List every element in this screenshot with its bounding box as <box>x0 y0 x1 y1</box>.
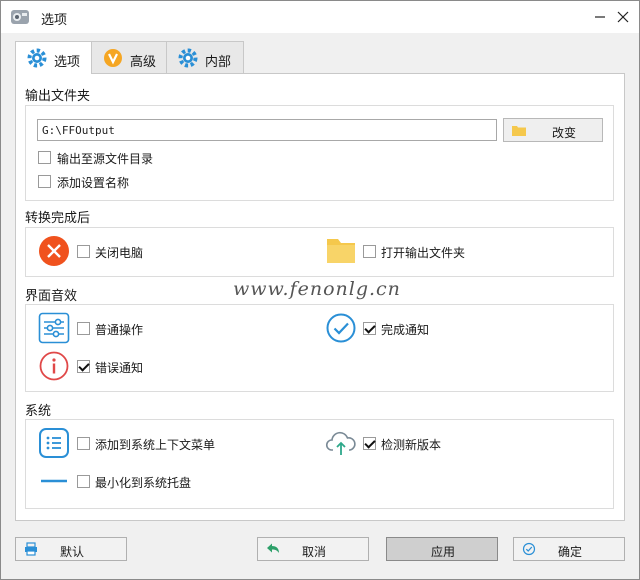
system-group <box>25 419 614 509</box>
add-setting-name-checkbox[interactable] <box>38 175 51 188</box>
complete-notify-checkbox[interactable] <box>363 322 376 335</box>
tab-advanced[interactable]: 高级 <box>91 41 167 73</box>
to-source-label: 输出至源文件目录 <box>57 152 154 166</box>
add-setting-name-label: 添加设置名称 <box>57 176 130 190</box>
check-update-checkbox[interactable] <box>363 437 376 450</box>
default-button[interactable]: 默认 <box>15 537 127 561</box>
close-icon[interactable] <box>615 9 631 25</box>
shutdown-icon <box>39 236 69 266</box>
default-label: 默认 <box>59 545 84 559</box>
to-source-checkbox[interactable] <box>38 151 51 164</box>
check-circle-icon <box>326 313 356 343</box>
change-folder-label: 改变 <box>552 126 577 140</box>
complete-notify-label: 完成通知 <box>381 323 430 337</box>
sliders-icon <box>38 312 70 344</box>
error-notify-label: 错误通知 <box>95 361 144 375</box>
output-path-input[interactable] <box>37 119 497 141</box>
folder-icon <box>327 239 355 263</box>
output-section-title: 输出文件夹 <box>25 89 91 104</box>
app-logo-icon <box>11 10 29 24</box>
sound-group <box>25 304 614 392</box>
minimize-tray-label: 最小化到系统托盘 <box>95 476 192 490</box>
gear-icon <box>27 48 47 68</box>
open-folder-label: 打开输出文件夹 <box>381 246 466 260</box>
shutdown-label: 关闭电脑 <box>95 246 144 260</box>
tab-options[interactable]: 选项 <box>15 41 92 74</box>
cancel-button[interactable]: 取消 <box>257 537 369 561</box>
tab-options-label: 选项 <box>54 55 81 70</box>
context-menu-label: 添加到系统上下文菜单 <box>95 438 216 452</box>
folder-icon <box>512 126 526 136</box>
change-folder-button[interactable]: 改变 <box>503 118 603 142</box>
after-convert-section-title: 转换完成后 <box>25 211 91 226</box>
gear-icon <box>178 48 198 68</box>
open-folder-checkbox[interactable] <box>363 245 376 258</box>
list-menu-icon <box>39 428 69 458</box>
options-window: 选项 选项 高级 内部 输出文件夹 G:\FFOutput 改变 输出至源文件目… <box>0 0 640 580</box>
tab-advanced-label: 高级 <box>130 55 157 70</box>
shutdown-checkbox[interactable] <box>77 245 90 258</box>
sound-section-title: 界面音效 <box>25 289 78 304</box>
apply-button[interactable]: 应用 <box>386 537 498 561</box>
watermark: www.fenonlg.cn <box>233 278 401 300</box>
title-bar: 选项 <box>1 1 639 33</box>
minimize-tray-icon <box>41 479 67 483</box>
ok-label: 确定 <box>557 545 582 559</box>
system-section-title: 系统 <box>25 404 52 419</box>
tab-internal[interactable]: 内部 <box>166 41 244 73</box>
minimize-tray-checkbox[interactable] <box>77 475 90 488</box>
v-badge-icon <box>104 49 122 67</box>
ok-button[interactable]: 确定 <box>513 537 625 561</box>
cloud-upload-icon <box>325 431 356 455</box>
info-error-icon <box>39 351 69 381</box>
normal-op-label: 普通操作 <box>95 323 144 337</box>
check-update-label: 检测新版本 <box>381 438 442 452</box>
normal-op-checkbox[interactable] <box>77 322 90 335</box>
window-title: 选项 <box>41 13 68 28</box>
apply-label: 应用 <box>430 545 455 559</box>
error-notify-checkbox[interactable] <box>77 360 90 373</box>
tab-internal-label: 内部 <box>205 55 232 70</box>
minimize-icon[interactable] <box>592 9 608 25</box>
cancel-label: 取消 <box>301 545 326 559</box>
context-menu-checkbox[interactable] <box>77 437 90 450</box>
